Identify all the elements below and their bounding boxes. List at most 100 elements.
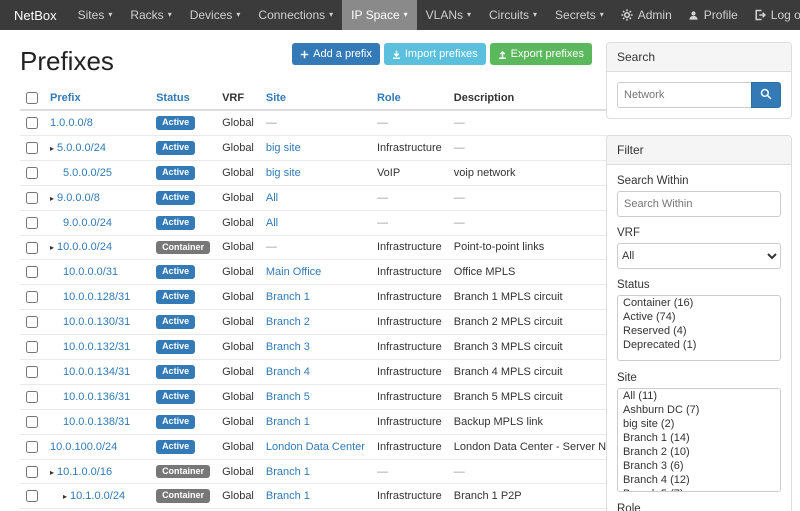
nav-item-devices[interactable]: Devices▾ xyxy=(181,0,250,30)
prefix-link[interactable]: 10.0.0.132/31 xyxy=(63,341,130,353)
site-filter-select[interactable]: All (11)Ashburn DC (7)big site (2)Branch… xyxy=(617,388,781,492)
site-link[interactable]: Branch 2 xyxy=(266,316,310,328)
filter-option[interactable]: Active (74) xyxy=(618,310,780,324)
row-checkbox[interactable] xyxy=(26,341,38,353)
nav-item-ip-space[interactable]: IP Space▾ xyxy=(342,0,417,30)
status-cell: Container xyxy=(150,459,216,484)
row-checkbox[interactable] xyxy=(26,316,38,328)
site-link[interactable]: Branch 3 xyxy=(266,341,310,353)
row-checkbox[interactable] xyxy=(26,167,38,179)
nav-item-sites[interactable]: Sites▾ xyxy=(69,0,122,30)
nav-item-racks[interactable]: Racks▾ xyxy=(121,0,180,30)
filter-option[interactable]: Branch 5 (7) xyxy=(618,487,780,492)
site-link[interactable]: Branch 5 xyxy=(266,391,310,403)
row-checkbox[interactable] xyxy=(26,242,38,254)
table-row: 5.0.0.0/25ActiveGlobalbig siteVoIPvoip n… xyxy=(20,160,644,185)
filter-option[interactable]: All (11) xyxy=(618,389,780,403)
site-link[interactable]: big site xyxy=(266,142,301,154)
export-prefixes-button[interactable]: Export prefixes xyxy=(490,43,592,65)
nav-item-connections[interactable]: Connections▾ xyxy=(249,0,342,30)
site-link[interactable]: Branch 1 xyxy=(266,490,310,502)
admin-link[interactable]: Admin xyxy=(613,0,680,30)
filter-option[interactable]: Container (16) xyxy=(618,296,780,310)
column-header-status[interactable]: Status xyxy=(150,87,216,110)
prefix-cell: 10.0.0.138/31 xyxy=(44,409,150,434)
prefix-link[interactable]: 9.0.0.0/8 xyxy=(57,192,100,204)
site-link[interactable]: big site xyxy=(266,167,301,179)
prefix-link[interactable]: 1.0.0.0/8 xyxy=(50,117,93,129)
filter-option[interactable]: Branch 1 (14) xyxy=(618,431,780,445)
site-link[interactable]: Branch 1 xyxy=(266,416,310,428)
empty-value: — xyxy=(454,217,465,229)
vrf-filter-select[interactable]: All xyxy=(617,243,781,269)
row-checkbox[interactable] xyxy=(26,366,38,378)
row-checkbox[interactable] xyxy=(26,192,38,204)
prefix-link[interactable]: 10.0.0.128/31 xyxy=(63,291,130,303)
prefix-link[interactable]: 10.1.0.0/24 xyxy=(70,490,125,502)
nav-item-secrets[interactable]: Secrets▾ xyxy=(546,0,613,30)
site-link[interactable]: All xyxy=(266,192,278,204)
filter-option[interactable]: Branch 4 (12) xyxy=(618,473,780,487)
table-row: 10.0.0.0/31ActiveGlobalMain OfficeInfras… xyxy=(20,260,644,285)
search-button[interactable] xyxy=(751,82,781,108)
status-badge: Active xyxy=(156,265,195,279)
profile-link[interactable]: Profile xyxy=(680,0,746,30)
select-all-checkbox[interactable] xyxy=(26,92,38,104)
site-link[interactable]: Main Office xyxy=(266,266,321,278)
site-link[interactable]: Branch 4 xyxy=(266,366,310,378)
row-checkbox[interactable] xyxy=(26,490,38,502)
prefix-cell: 5.0.0.0/25 xyxy=(44,160,150,185)
site-link[interactable]: Branch 1 xyxy=(266,466,310,478)
prefix-link[interactable]: 9.0.0.0/24 xyxy=(63,217,112,229)
nav-item-circuits[interactable]: Circuits▾ xyxy=(480,0,546,30)
site-cell: Branch 2 xyxy=(260,310,371,335)
row-checkbox[interactable] xyxy=(26,291,38,303)
status-cell: Active xyxy=(150,335,216,360)
filter-option[interactable]: Branch 2 (10) xyxy=(618,445,780,459)
role-cell: Infrastructure xyxy=(371,235,448,260)
filter-option[interactable]: Deprecated (1) xyxy=(618,338,780,352)
prefix-link[interactable]: 10.0.0.134/31 xyxy=(63,366,130,378)
search-within-input[interactable] xyxy=(617,191,781,217)
filter-option[interactable]: Ashburn DC (7) xyxy=(618,403,780,417)
logout-link[interactable]: Log out xyxy=(746,0,800,30)
prefix-cell: ▸9.0.0.0/8 xyxy=(44,185,150,210)
prefix-link[interactable]: 10.0.0.0/31 xyxy=(63,266,118,278)
prefix-link[interactable]: 5.0.0.0/25 xyxy=(63,167,112,179)
row-checkbox[interactable] xyxy=(26,416,38,428)
prefix-link[interactable]: 10.0.0.138/31 xyxy=(63,416,130,428)
search-panel: Search xyxy=(606,42,792,119)
prefix-link[interactable]: 10.0.0.130/31 xyxy=(63,316,130,328)
prefix-link[interactable]: 5.0.0.0/24 xyxy=(57,142,106,154)
import-prefixes-button[interactable]: Import prefixes xyxy=(384,43,486,65)
row-checkbox[interactable] xyxy=(26,466,38,478)
row-checkbox[interactable] xyxy=(26,441,38,453)
row-checkbox[interactable] xyxy=(26,391,38,403)
prefix-link[interactable]: 10.0.0.0/24 xyxy=(57,241,112,253)
row-checkbox[interactable] xyxy=(26,266,38,278)
search-panel-title: Search xyxy=(607,43,791,72)
column-header-site[interactable]: Site xyxy=(260,87,371,110)
add-prefix-button[interactable]: Add a prefix xyxy=(292,43,380,65)
search-input[interactable] xyxy=(617,82,752,108)
app-brand[interactable]: NetBox xyxy=(14,0,57,30)
column-header-role[interactable]: Role xyxy=(371,87,448,110)
row-checkbox[interactable] xyxy=(26,142,38,154)
row-checkbox[interactable] xyxy=(26,117,38,129)
prefix-link[interactable]: 10.0.0.136/31 xyxy=(63,391,130,403)
site-link[interactable]: Branch 1 xyxy=(266,291,310,303)
filter-option[interactable]: Branch 3 (6) xyxy=(618,459,780,473)
status-cell: Container xyxy=(150,484,216,509)
status-filter-select[interactable]: Container (16)Active (74)Reserved (4)Dep… xyxy=(617,295,781,361)
table-row: 10.0.0.128/31ActiveGlobalBranch 1Infrast… xyxy=(20,285,644,310)
column-header-prefix[interactable]: Prefix xyxy=(44,87,150,110)
prefix-link[interactable]: 10.0.100.0/24 xyxy=(50,441,117,453)
filter-option[interactable]: Reserved (4) xyxy=(618,324,780,338)
filter-option[interactable]: big site (2) xyxy=(618,417,780,431)
nav-item-vlans[interactable]: VLANs▾ xyxy=(417,0,480,30)
caret-down-icon: ▾ xyxy=(329,11,333,19)
prefix-link[interactable]: 10.1.0.0/16 xyxy=(57,466,112,478)
site-link[interactable]: London Data Center xyxy=(266,441,365,453)
row-checkbox[interactable] xyxy=(26,217,38,229)
site-link[interactable]: All xyxy=(266,217,278,229)
